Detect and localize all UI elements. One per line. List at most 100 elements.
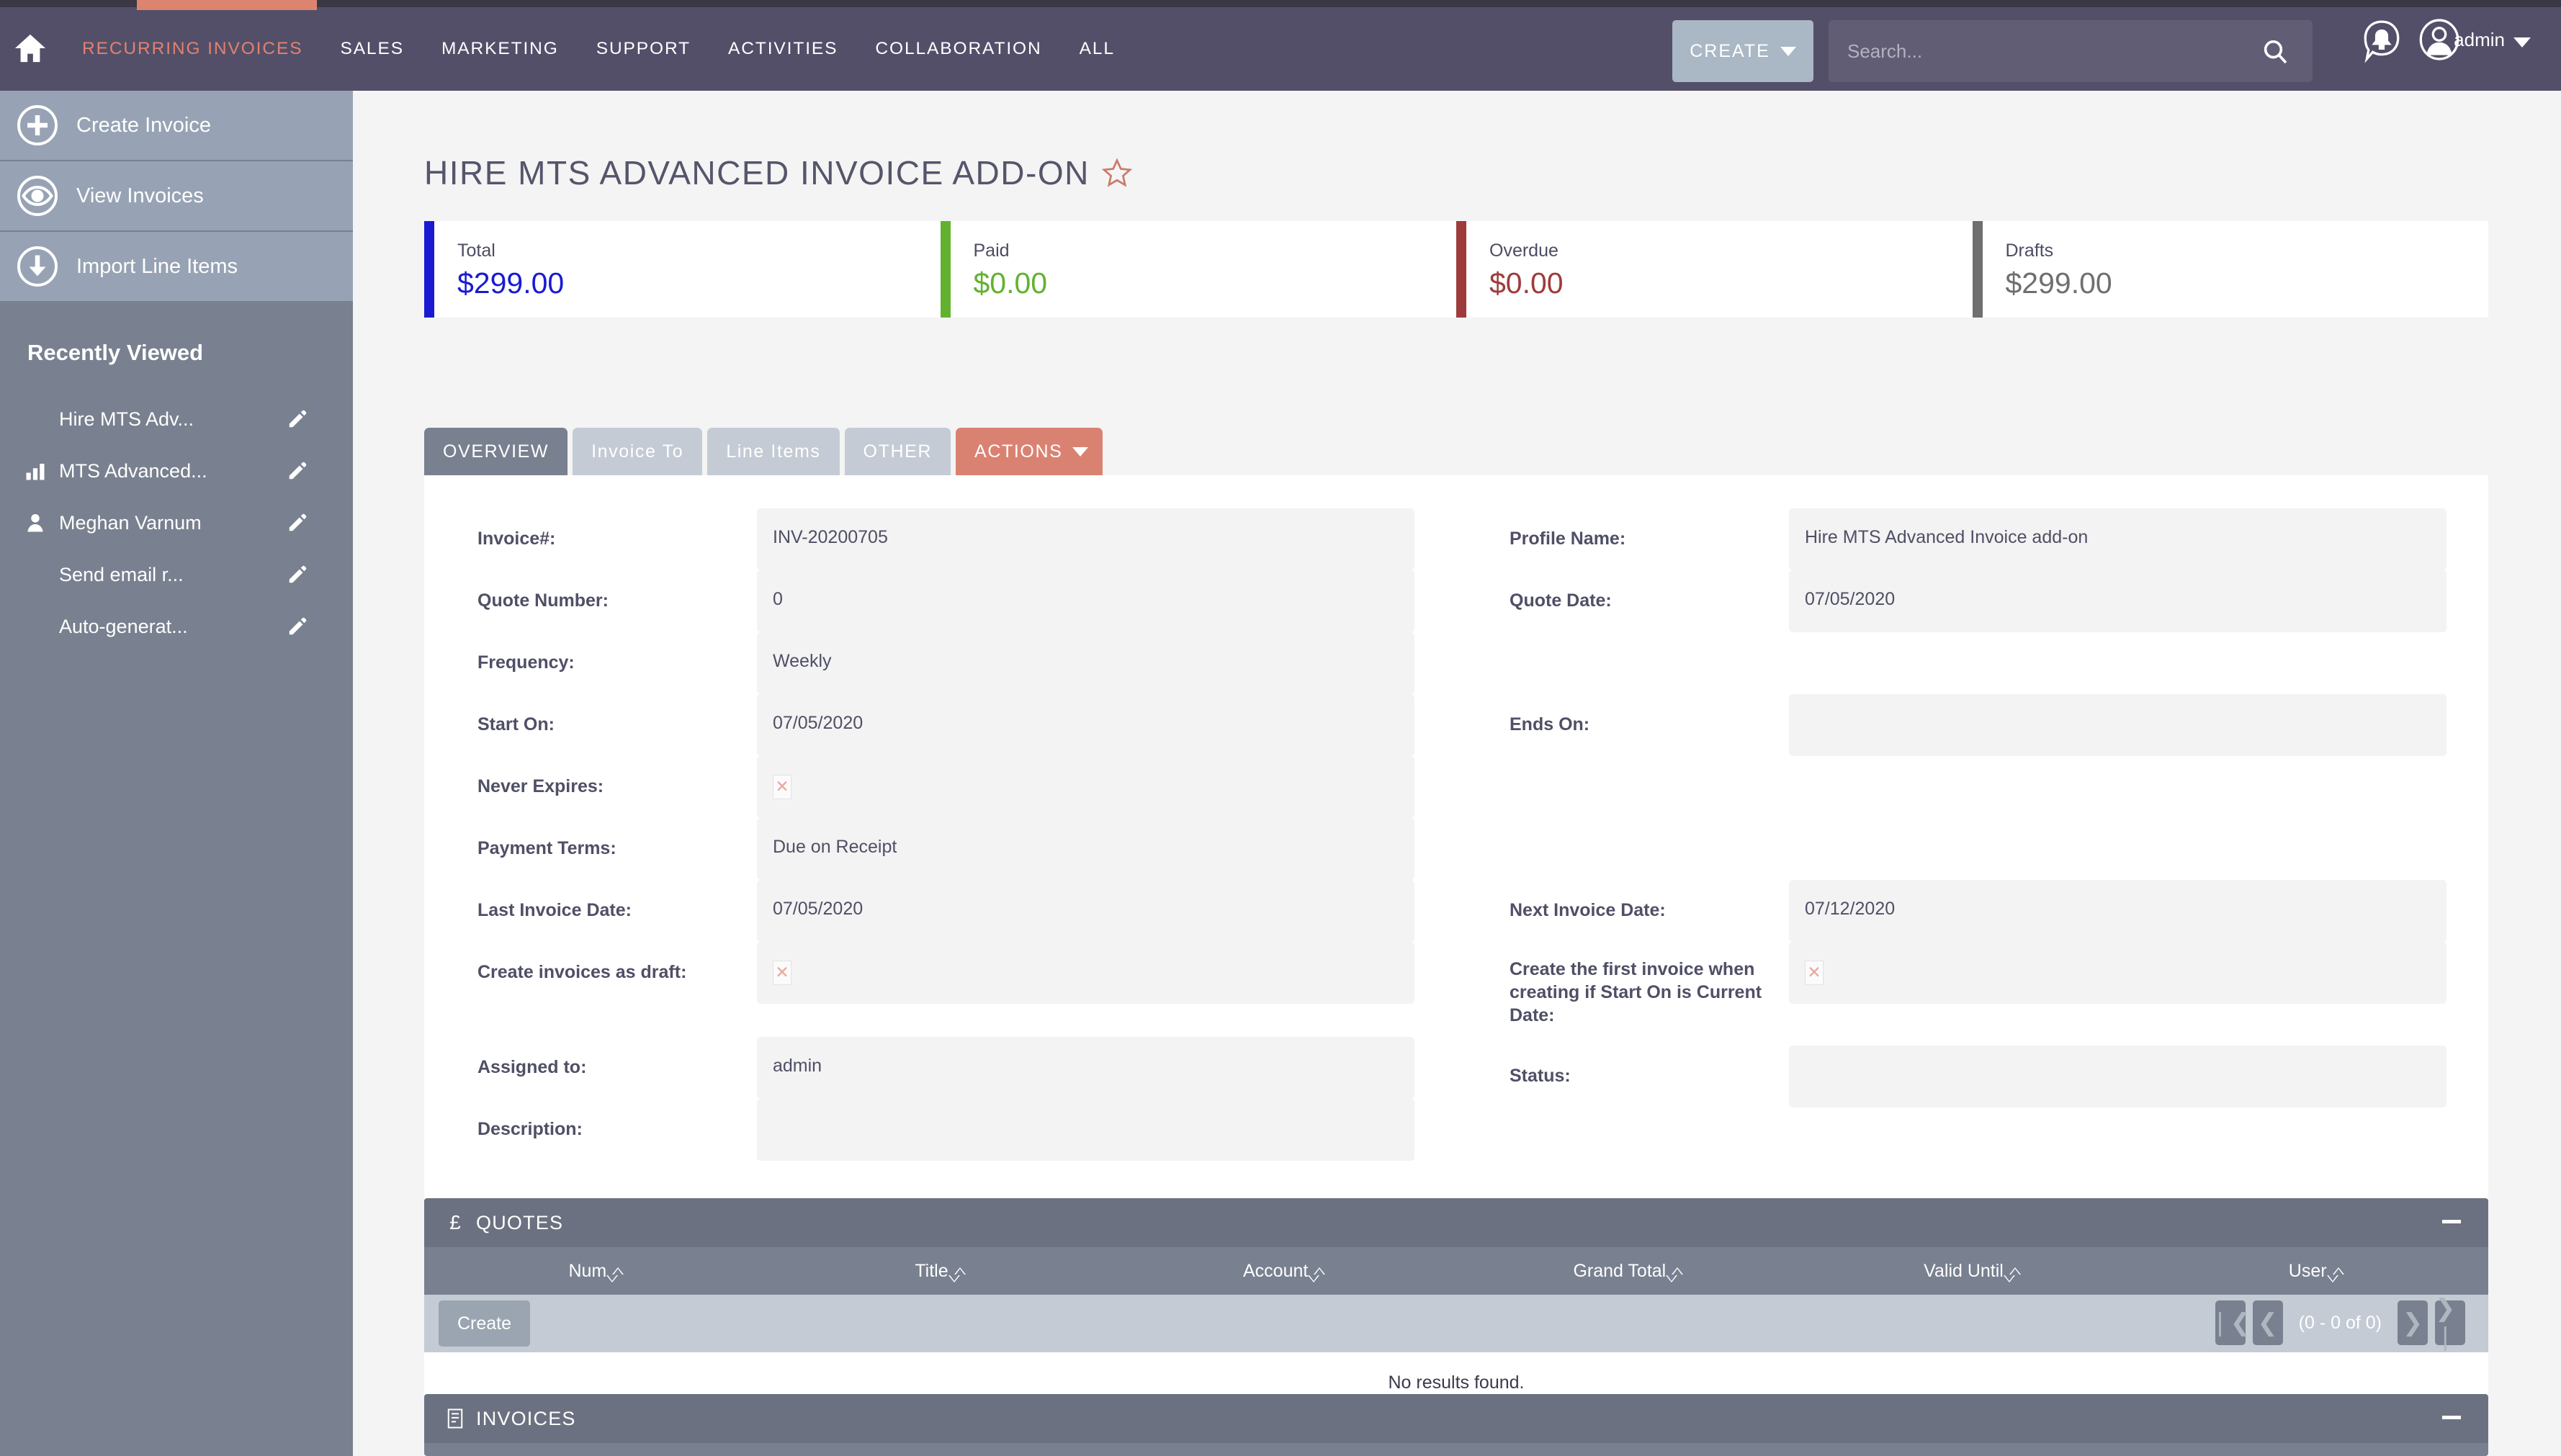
user-menu-label[interactable]: admin: [2454, 29, 2505, 51]
create-quote-button[interactable]: Create: [439, 1300, 531, 1347]
tab-overview[interactable]: OVERVIEW: [424, 428, 568, 475]
field-label-empty: [1456, 756, 1789, 775]
field-value[interactable]: 0: [757, 570, 1414, 632]
column-header-account[interactable]: Account: [1112, 1261, 1456, 1282]
download-circle-icon: [16, 245, 59, 288]
search-input[interactable]: [1847, 20, 2236, 82]
edit-pencil-icon[interactable]: [287, 408, 308, 430]
kpi-value: $299.00: [2005, 266, 2112, 300]
field-value[interactable]: Hire MTS Advanced Invoice add-on: [1789, 508, 2446, 570]
chevron-down-icon[interactable]: [2513, 37, 2531, 48]
kpi-label: Overdue: [1489, 241, 1558, 261]
field-row-spacer: [424, 1004, 1456, 1037]
checkbox-unchecked-icon[interactable]: ✕: [773, 775, 791, 799]
edit-pencil-icon[interactable]: [287, 460, 308, 482]
home-icon[interactable]: [13, 32, 48, 65]
checkbox-unchecked-icon[interactable]: ✕: [1805, 961, 1824, 985]
sidebar-item-label: Import Line Items: [76, 254, 238, 278]
checkbox-unchecked-icon[interactable]: ✕: [773, 961, 791, 985]
field-value[interactable]: [1789, 694, 2446, 756]
column-header-valid-until[interactable]: Valid Until: [1800, 1261, 2145, 1282]
column-header-user[interactable]: User: [2144, 1261, 2488, 1282]
field-value[interactable]: Weekly: [757, 632, 1414, 694]
field-value[interactable]: ✕: [1789, 942, 2446, 1004]
tab-invoice-to[interactable]: Invoice To: [573, 428, 703, 475]
field-value[interactable]: 07/05/2020: [1789, 570, 2446, 632]
active-nav-accent: [137, 0, 317, 10]
list-item[interactable]: Meghan Varnum: [0, 497, 353, 549]
field-value[interactable]: 07/12/2020: [1789, 880, 2446, 942]
sidebar-item-create-invoice[interactable]: Create Invoice: [0, 91, 353, 161]
list-item[interactable]: MTS Advanced...: [0, 445, 353, 497]
search-box[interactable]: [1829, 20, 2313, 82]
field-label: Frequency:: [477, 652, 575, 673]
edit-pencil-icon[interactable]: [287, 512, 308, 534]
field-row-ends-on: Ends On:: [1456, 694, 2488, 756]
field-row-next-invoice-date: Next Invoice Date: 07/12/2020: [1456, 880, 2488, 942]
field-label-empty: [1456, 1027, 1789, 1046]
field-row-profile-name: Profile Name: Hire MTS Advanced Invoice …: [1456, 508, 2488, 570]
field-value[interactable]: [1789, 1046, 2446, 1107]
field-value[interactable]: admin: [757, 1037, 1414, 1099]
star-outline-icon[interactable]: [1101, 157, 1133, 189]
nav-item-all[interactable]: ALL: [1061, 39, 1134, 59]
invoices-subpanel: INVOICES: [424, 1394, 2488, 1456]
column-header-grand-total[interactable]: Grand Total: [1456, 1261, 1800, 1282]
sort-icon[interactable]: [2326, 1267, 2344, 1282]
nav-item-collaboration[interactable]: COLLABORATION: [856, 39, 1060, 59]
search-icon[interactable]: [2261, 37, 2289, 66]
actions-dropdown-button[interactable]: ACTIONS: [956, 428, 1103, 475]
field-value[interactable]: 07/05/2020: [757, 880, 1414, 942]
field-value[interactable]: [757, 1099, 1414, 1161]
kpi-label: Drafts: [2005, 241, 2054, 261]
sidebar-item-import-line-items[interactable]: Import Line Items: [0, 232, 353, 302]
top-strip: [0, 0, 2561, 7]
column-label: Valid Until: [1924, 1260, 2004, 1281]
kpi-card-paid: Paid $0.00: [940, 221, 1457, 318]
list-item-label: Send email r...: [59, 563, 184, 585]
list-item[interactable]: Auto-generat...: [0, 601, 353, 652]
tab-line-items[interactable]: Line Items: [707, 428, 840, 475]
prev-page-button[interactable]: ❮: [2252, 1300, 2283, 1345]
field-value[interactable]: Due on Receipt: [757, 818, 1414, 880]
nav-item-recurring-invoices[interactable]: RECURRING INVOICES: [63, 39, 321, 59]
collapse-panel-button[interactable]: [2442, 1416, 2461, 1419]
first-page-button[interactable]: ❘❮: [2210, 1300, 2251, 1345]
edit-pencil-icon[interactable]: [287, 616, 308, 637]
sort-icon[interactable]: [2003, 1267, 2021, 1282]
field-row-create-first-invoice: Create the first invoice when creating i…: [1456, 942, 2488, 1027]
field-label: Quote Number:: [477, 590, 609, 611]
nav-item-sales[interactable]: SALES: [321, 39, 423, 59]
edit-pencil-icon[interactable]: [287, 564, 308, 585]
column-header-title[interactable]: Title: [768, 1261, 1113, 1282]
tab-other[interactable]: OTHER: [844, 428, 951, 475]
quotes-panel-title: QUOTES: [476, 1211, 564, 1233]
last-page-button[interactable]: ❯❘: [2435, 1295, 2465, 1351]
sort-icon[interactable]: [606, 1267, 624, 1282]
page-title-row: HIRE MTS ADVANCED INVOICE ADD-ON: [424, 153, 1133, 192]
field-row-assigned-to: Assigned to: admin: [424, 1037, 1456, 1099]
sort-icon[interactable]: [1308, 1267, 1326, 1282]
field-value[interactable]: 07/05/2020: [757, 694, 1414, 756]
person-icon: [24, 512, 53, 534]
collapse-panel-button[interactable]: [2442, 1220, 2461, 1223]
next-page-button[interactable]: ❯: [2398, 1300, 2428, 1345]
nav-item-support[interactable]: SUPPORT: [578, 39, 709, 59]
column-header-num[interactable]: Num: [424, 1261, 768, 1282]
field-value[interactable]: ✕: [757, 756, 1414, 818]
nav-item-marketing[interactable]: MARKETING: [423, 39, 578, 59]
field-value[interactable]: ✕: [757, 942, 1414, 1004]
column-label: Title: [915, 1260, 948, 1281]
nav-item-activities[interactable]: ACTIVITIES: [709, 39, 856, 59]
main-nav-items: RECURRING INVOICES SALES MARKETING SUPPO…: [63, 29, 1134, 69]
kpi-accent-bar: [1972, 221, 1983, 318]
notifications-bell-icon[interactable]: [2361, 19, 2403, 63]
sort-icon[interactable]: [948, 1267, 966, 1282]
field-value[interactable]: INV-20200705: [757, 508, 1414, 570]
field-row-last-invoice-date: Last Invoice Date: 07/05/2020: [424, 880, 1456, 942]
sort-icon[interactable]: [1666, 1267, 1684, 1282]
list-item[interactable]: Send email r...: [0, 549, 353, 601]
create-button[interactable]: CREATE: [1672, 20, 1813, 82]
list-item[interactable]: Hire MTS Adv...: [0, 393, 353, 445]
sidebar-item-view-invoices[interactable]: View Invoices: [0, 161, 353, 232]
